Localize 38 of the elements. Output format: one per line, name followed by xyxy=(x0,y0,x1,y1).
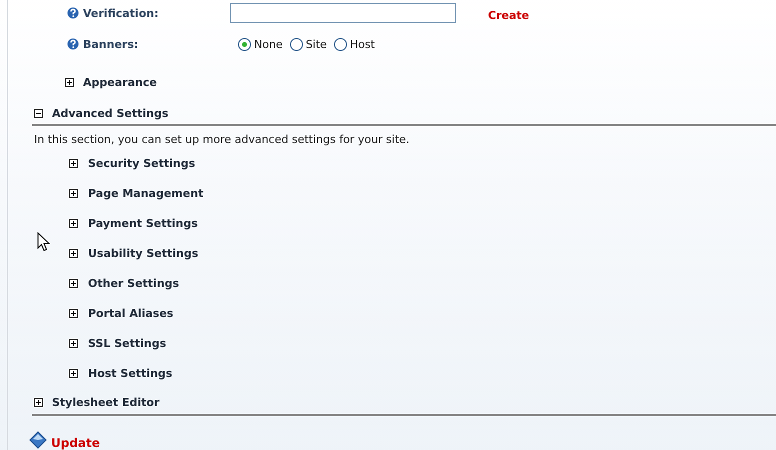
section-title[interactable]: Stylesheet Editor xyxy=(52,396,160,408)
radio-button[interactable] xyxy=(334,38,347,50)
text-field[interactable] xyxy=(230,3,456,23)
expand-icon[interactable] xyxy=(69,188,78,198)
expand-icon[interactable] xyxy=(69,308,78,318)
expand-icon[interactable] xyxy=(65,78,74,86)
field-label: Verification: xyxy=(83,6,158,20)
subsection-title[interactable]: Payment Settings xyxy=(88,216,198,230)
diamond-icon[interactable] xyxy=(29,431,47,449)
section-title[interactable]: Advanced Settings xyxy=(52,106,168,120)
radio-label: Site xyxy=(306,38,327,50)
update-link[interactable]: Update xyxy=(51,436,100,450)
radio-label: None xyxy=(254,38,283,50)
subsection-title[interactable]: Portal Aliases xyxy=(88,306,174,320)
expand-icon[interactable] xyxy=(69,158,78,168)
subsection-title[interactable]: Host Settings xyxy=(88,366,172,380)
mouse-cursor-icon xyxy=(37,232,50,252)
section-title[interactable]: Appearance xyxy=(83,76,157,88)
subsection-title[interactable]: Security Settings xyxy=(88,156,196,170)
expand-icon[interactable] xyxy=(69,338,78,348)
expand-icon[interactable] xyxy=(69,278,78,288)
help-icon[interactable] xyxy=(67,7,79,19)
section-description: In this section, you can set up more advanced settings for your site. xyxy=(34,132,410,148)
field-label: Banners: xyxy=(83,38,138,50)
subsection-title[interactable]: Usability Settings xyxy=(88,246,198,260)
subsection-title[interactable]: Other Settings xyxy=(88,276,180,290)
subsection-title[interactable]: Page Management xyxy=(88,186,204,200)
expand-icon[interactable] xyxy=(34,398,43,406)
radio-button[interactable] xyxy=(238,38,251,50)
collapse-icon[interactable] xyxy=(34,108,43,118)
expand-icon[interactable] xyxy=(69,368,78,378)
expand-icon[interactable] xyxy=(69,218,78,228)
create-link[interactable]: Create xyxy=(488,8,530,22)
expand-icon[interactable] xyxy=(69,248,78,258)
radio-button[interactable] xyxy=(290,38,303,50)
subsection-title[interactable]: SSL Settings xyxy=(88,336,166,350)
help-icon[interactable] xyxy=(67,38,79,50)
radio-label: Host xyxy=(350,38,375,50)
